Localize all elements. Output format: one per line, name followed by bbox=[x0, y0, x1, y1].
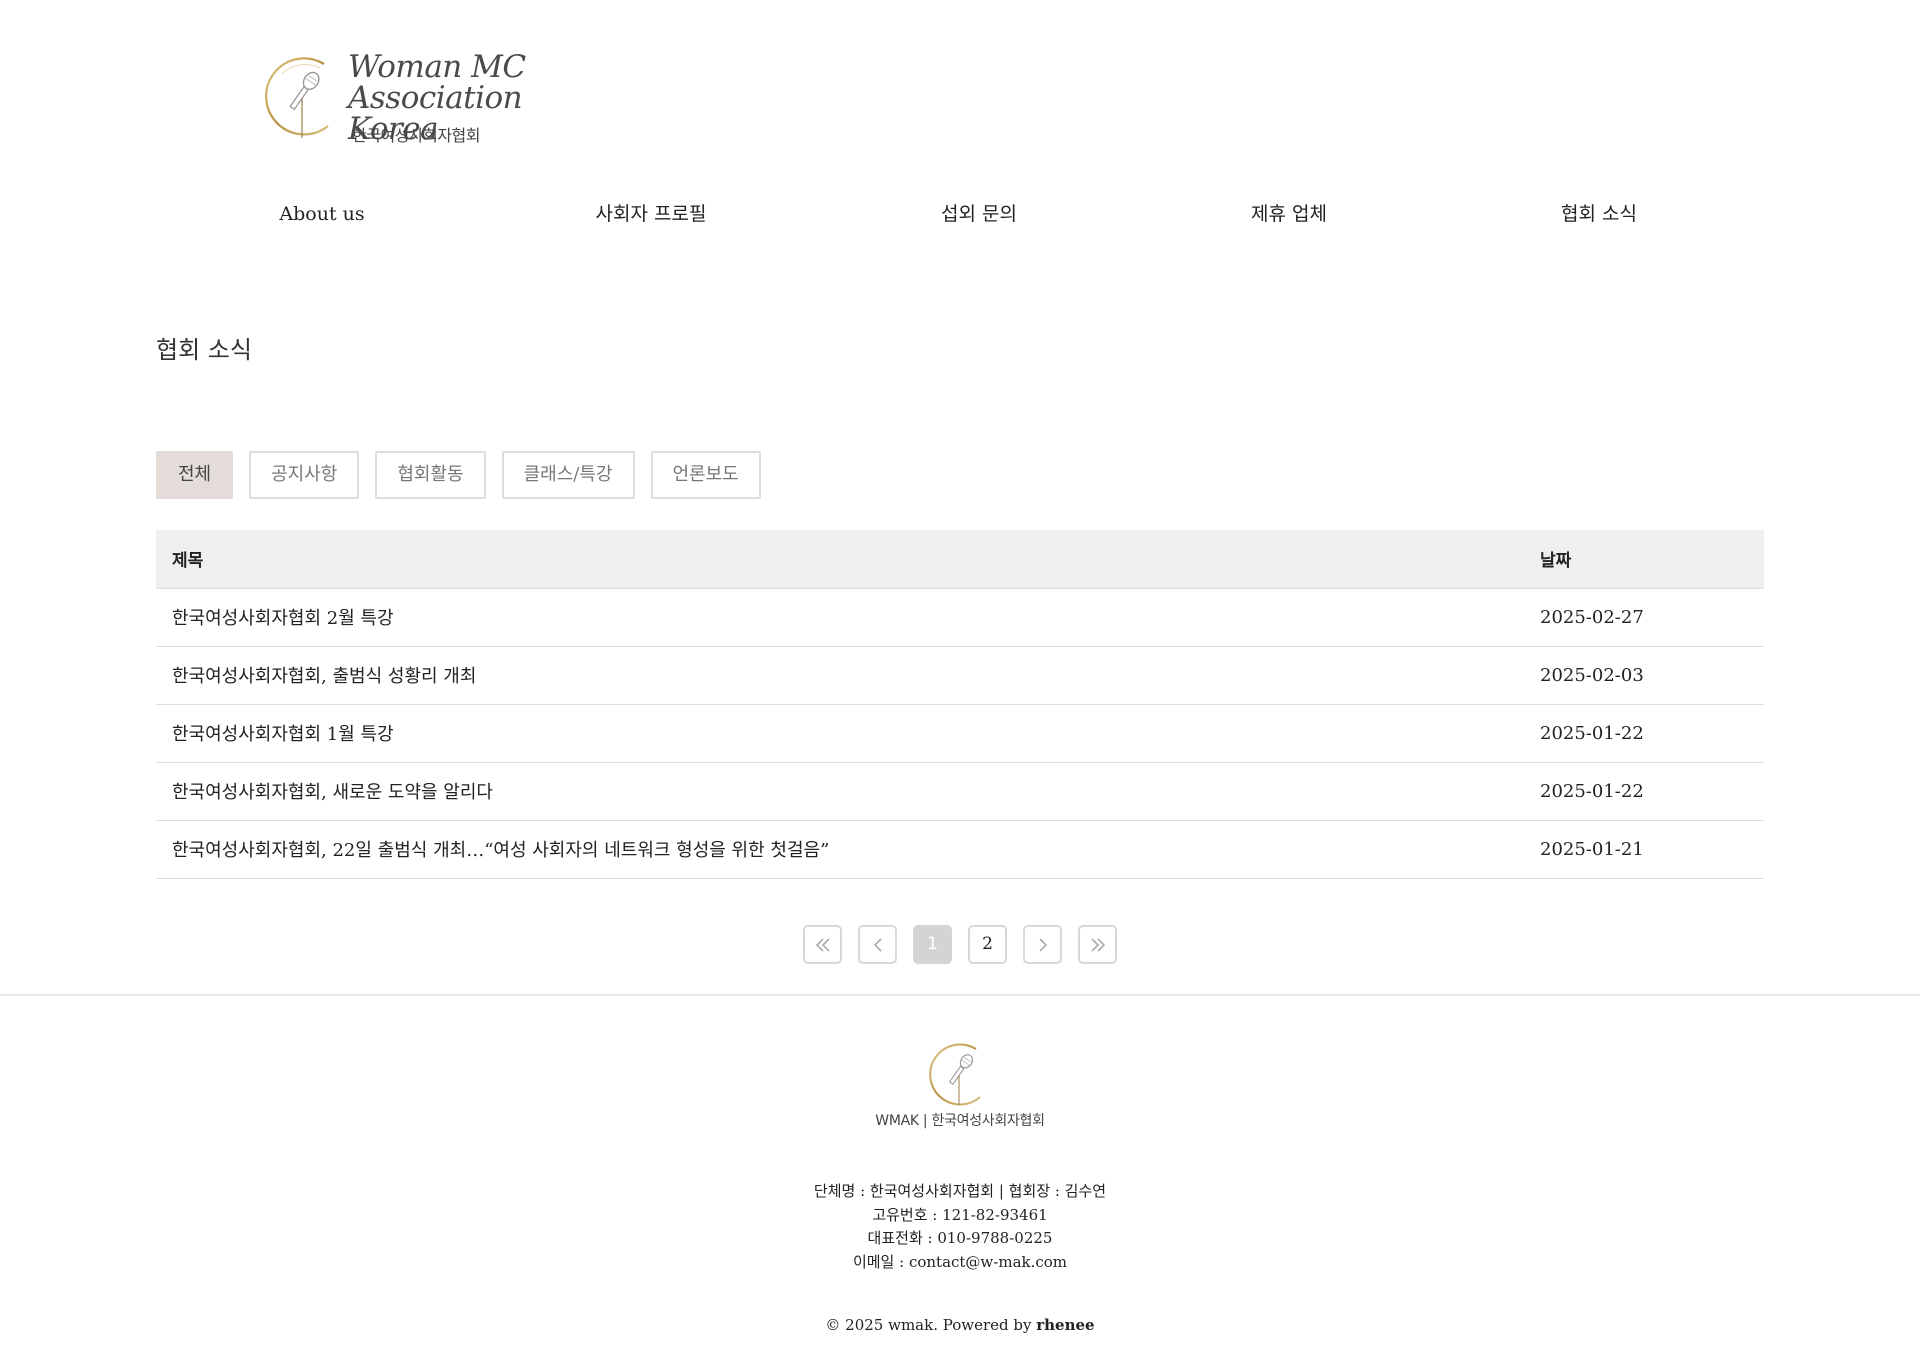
nav-item-association-news[interactable]: 협회 소식 bbox=[1561, 196, 1637, 232]
post-date: 2025-01-22 bbox=[1524, 762, 1764, 821]
nav-item-partners[interactable]: 제휴 업체 bbox=[1251, 196, 1327, 232]
prev-page-button[interactable] bbox=[858, 925, 897, 964]
category-filter-bar: 전체 공지사항 협회활동 클래스/특강 언론보도 bbox=[156, 451, 761, 499]
footer-registration-line: 고유번호 : 121-82-93461 bbox=[872, 1205, 1048, 1224]
post-title[interactable]: 한국여성사회자협회, 22일 출범식 개최…“여성 사회자의 네트워크 형성을 … bbox=[156, 820, 1524, 879]
chevron-left-icon bbox=[873, 938, 882, 952]
next-page-button[interactable] bbox=[1023, 925, 1062, 964]
filter-activities-button[interactable]: 협회활동 bbox=[375, 451, 486, 499]
site-header: Woman MC Association Korea 한국여성사회자협회 Abo… bbox=[0, 0, 1920, 260]
logo-text-korean: 한국여성사회자협회 bbox=[352, 126, 480, 145]
page-number-button[interactable]: 2 bbox=[968, 925, 1007, 964]
copyright: © 2025 wmak. Powered by rhenee bbox=[0, 1316, 1920, 1334]
copyright-text: © 2025 wmak. Powered by bbox=[825, 1316, 1037, 1334]
nav-item-booking-inquiry[interactable]: 섭외 문의 bbox=[941, 196, 1017, 232]
powered-by-link[interactable]: rhenee bbox=[1036, 1316, 1094, 1334]
filter-class-button[interactable]: 클래스/특강 bbox=[501, 451, 635, 499]
site-logo[interactable]: Woman MC Association Korea 한국여성사회자협회 bbox=[262, 52, 592, 148]
microphone-logo-icon bbox=[265, 57, 329, 138]
table-row[interactable]: 한국여성사회자협회, 출범식 성황리 개최 2025-02-03 bbox=[156, 646, 1764, 705]
post-title[interactable]: 한국여성사회자협회, 새로운 도약을 알리다 bbox=[156, 762, 1524, 821]
post-title[interactable]: 한국여성사회자협회 2월 특강 bbox=[156, 588, 1524, 647]
post-date: 2025-01-21 bbox=[1524, 820, 1764, 879]
double-chevron-right-icon bbox=[1090, 938, 1105, 952]
nav-item-mc-profile[interactable]: 사회자 프로필 bbox=[596, 196, 707, 232]
page-number-button[interactable]: 1 bbox=[913, 925, 952, 964]
site-footer: WMAK | 한국여성사회자협회 단체명 : 한국여성사회자협회 | 협회장 :… bbox=[0, 994, 1920, 1369]
first-page-button[interactable] bbox=[803, 925, 842, 964]
news-board-table: 제목 날짜 한국여성사회자협회 2월 특강 2025-02-27 한국여성사회자… bbox=[156, 530, 1764, 879]
table-row[interactable]: 한국여성사회자협회, 새로운 도약을 알리다 2025-01-22 bbox=[156, 762, 1764, 821]
post-date: 2025-02-03 bbox=[1524, 646, 1764, 705]
filter-notice-button[interactable]: 공지사항 bbox=[249, 451, 360, 499]
last-page-button[interactable] bbox=[1078, 925, 1117, 964]
filter-all-button[interactable]: 전체 bbox=[156, 451, 234, 499]
post-title[interactable]: 한국여성사회자협회 1월 특강 bbox=[156, 704, 1524, 763]
microphone-logo-icon bbox=[929, 1043, 981, 1106]
nav-item-about-us[interactable]: About us bbox=[279, 196, 364, 232]
table-header-row: 제목 날짜 bbox=[156, 530, 1764, 589]
footer-company-info: 단체명 : 한국여성사회자협회 | 협회장 : 김수연 고유번호 : 121-8… bbox=[0, 1180, 1920, 1274]
double-chevron-left-icon bbox=[815, 938, 830, 952]
column-header-title: 제목 bbox=[156, 530, 1524, 589]
chevron-right-icon bbox=[1038, 938, 1047, 952]
column-header-date: 날짜 bbox=[1524, 530, 1764, 589]
table-row[interactable]: 한국여성사회자협회 2월 특강 2025-02-27 bbox=[156, 588, 1764, 647]
page-title: 협회 소식 bbox=[156, 336, 252, 364]
footer-org-line: 단체명 : 한국여성사회자협회 | 협회장 : 김수연 bbox=[813, 1182, 1107, 1200]
filter-press-button[interactable]: 언론보도 bbox=[650, 451, 761, 499]
footer-phone-line: 대표전화 : 010-9788-0225 bbox=[867, 1229, 1053, 1247]
main-nav: About us 사회자 프로필 섭외 문의 제휴 업체 협회 소식 bbox=[0, 196, 1920, 232]
footer-brand: WMAK | 한국여성사회자협회 bbox=[875, 1113, 1045, 1129]
footer-email-line[interactable]: 이메일 : contact@w-mak.com bbox=[0, 1251, 1920, 1275]
post-date: 2025-01-22 bbox=[1524, 704, 1764, 763]
pagination: 1 2 bbox=[0, 925, 1920, 964]
post-date: 2025-02-27 bbox=[1524, 588, 1764, 647]
table-row[interactable]: 한국여성사회자협회 1월 특강 2025-01-22 bbox=[156, 704, 1764, 763]
table-row[interactable]: 한국여성사회자협회, 22일 출범식 개최…“여성 사회자의 네트워크 형성을 … bbox=[156, 820, 1764, 879]
post-title[interactable]: 한국여성사회자협회, 출범식 성황리 개최 bbox=[156, 646, 1524, 705]
